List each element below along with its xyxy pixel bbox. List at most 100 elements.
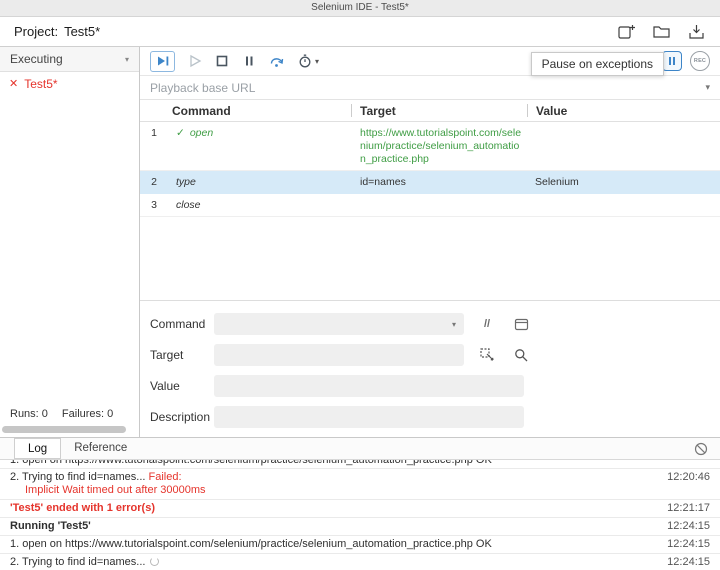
sidebar-state-label: Executing [10,52,63,66]
search-target-icon[interactable] [510,345,532,365]
command-field-label: Command [150,317,214,331]
clear-log-icon[interactable] [694,442,708,456]
project-name: Test5* [64,24,100,39]
log-timestamp: 12:24:15 [667,538,710,551]
tab-reference[interactable]: Reference [61,438,140,459]
log-entry-failed: 2. Trying to find id=names... Failed: Im… [0,469,720,500]
toggle-comment-icon[interactable]: // [476,314,498,334]
pause-on-exceptions-toggle[interactable] [662,51,682,71]
pause-button[interactable] [242,54,256,68]
target-form-row: Target [150,344,710,366]
value-input[interactable] [214,375,524,397]
log-text: 'Test5' ended with 1 error(s) [10,502,667,515]
chevron-down-icon[interactable]: ▾ [699,82,710,93]
sidebar-state-dropdown[interactable]: Executing ▾ [0,47,139,72]
target-cell [352,194,527,216]
command-name: close [176,199,201,211]
command-edit-form: Command ▾ // Target [140,301,720,437]
chevron-down-icon: ▾ [315,57,319,66]
log-text: Running 'Test5' [10,520,667,533]
log-tabbar: Log Reference [0,438,720,460]
playback-toolbar: ▾ Pause on exceptions REC [140,47,720,76]
run-current-test-button[interactable] [188,54,202,68]
tooltip-text: Pause on exceptions [542,57,653,71]
project-label: Project: [14,24,58,39]
tests-sidebar: Executing ▾ ✕ Test5* Runs: 0 Failures: 0 [0,47,140,437]
table-row[interactable]: 3 close [140,194,720,217]
log-text-prefix: 2. Trying to find id=names... [10,471,149,483]
value-cell [527,122,720,170]
playback-url-row: ▾ [140,76,720,100]
log-entry-open-ok: 1. open on https://www.tutorialspoint.co… [0,536,720,554]
value-cell [527,194,720,216]
row-number: 2 [140,171,168,193]
slashes-label: // [484,318,490,330]
log-entry-finding: 2. Trying to find id=names... 12:24:15 [0,554,720,570]
log-entry-running: Running 'Test5' 12:24:15 [0,518,720,536]
record-button[interactable]: REC [690,51,710,71]
sidebar-item-test5[interactable]: ✕ Test5* [0,72,139,96]
value-form-row: Value [150,375,710,397]
open-new-window-icon[interactable] [510,314,532,334]
log-text: 1. open on https://www.tutorialspoint.co… [10,460,710,467]
command-cell: close [168,194,352,216]
stop-button[interactable] [215,54,229,68]
log-text: 2. Trying to find id=names... [10,556,667,569]
row-number: 3 [140,194,168,216]
toolbar-right-group: REC [662,51,710,71]
log-timestamp: 12:24:15 [667,520,710,533]
value-field-label: Value [150,379,214,393]
run-all-tests-button[interactable] [150,51,175,72]
table-row[interactable]: 1 ✓open https://www.tutorialspoint.com/s… [140,122,720,171]
log-entry-clipped: 1. open on https://www.tutorialspoint.co… [0,460,720,469]
description-input[interactable] [214,406,524,428]
step-over-button[interactable] [269,54,285,68]
select-target-icon[interactable] [476,345,498,365]
log-entry-ended: 'Test5' ended with 1 error(s) 12:21:17 [0,500,720,518]
window-titlebar: Selenium IDE - Test5* [0,0,720,17]
chevron-down-icon: ▾ [125,55,129,64]
description-field-label: Description [150,410,214,424]
log-entries: 1. open on https://www.tutorialspoint.co… [0,460,720,570]
command-cell: type [168,171,352,193]
table-row-selected[interactable]: 2 type id=names Selenium [140,171,720,194]
horizontal-scrollbar[interactable] [2,426,126,433]
log-timestamp: 12:21:17 [667,502,710,515]
log-text: 2. Trying to find id=names... Failed: Im… [10,471,667,497]
value-column-header[interactable]: Value [528,104,720,118]
log-panel: Log Reference 1. open on https://www.tut… [0,437,720,570]
target-field-label: Target [150,348,214,362]
target-column-header[interactable]: Target [352,104,527,118]
new-project-icon[interactable] [617,23,636,40]
test-failed-x-icon: ✕ [9,79,18,90]
sidebar-spacer [0,96,139,404]
command-name: open [190,127,213,139]
runs-count: Runs: 0 [10,408,48,420]
tab-log[interactable]: Log [14,438,61,459]
main-content: Executing ▾ ✕ Test5* Runs: 0 Failures: 0 [0,47,720,437]
value-cell: Selenium [527,171,720,193]
command-cell: ✓ open [168,122,352,170]
window-title: Selenium IDE - Test5* [311,2,409,13]
test-speed-control[interactable]: ▾ [298,54,319,68]
command-form-row: Command ▾ // [150,313,710,335]
open-project-icon[interactable] [652,23,671,40]
loading-spinner-icon [150,557,159,566]
chevron-down-icon: ▾ [452,320,456,329]
commands-table-header: Command Target Value [140,100,720,122]
failed-label: Failed: [149,471,182,483]
save-project-icon[interactable] [687,23,706,40]
project-actions [617,23,706,40]
passed-check-icon: ✓ [176,127,185,139]
command-column-header[interactable]: Command [168,104,351,118]
pause-on-exceptions-tooltip: Pause on exceptions [531,52,664,76]
playback-base-url-input[interactable] [150,81,699,95]
command-select[interactable]: ▾ [214,313,464,335]
rec-label: REC [694,58,706,64]
target-cell: id=names [352,171,527,193]
log-text: 1. open on https://www.tutorialspoint.co… [10,538,667,551]
runs-status-bar: Runs: 0 Failures: 0 [0,404,139,424]
target-cell: https://www.tutorialspoint.com/selenium/… [352,122,527,170]
editor-panel: ▾ Pause on exceptions REC ▾ [140,47,720,437]
target-input[interactable] [214,344,464,366]
